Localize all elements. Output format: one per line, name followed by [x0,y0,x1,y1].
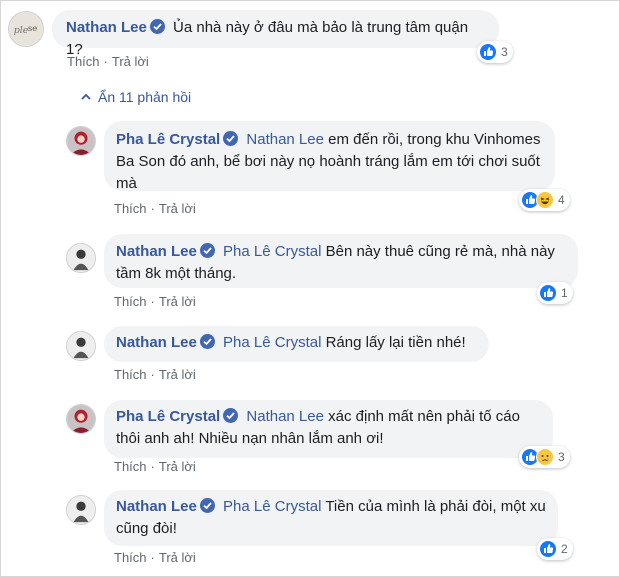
comment-bubble: Nathan Lee Ủa nhà này ở đâu mà bảo là tr… [52,10,499,58]
reply-link[interactable]: Trả lời [112,54,149,69]
avatar-nathan-lee[interactable] [66,243,96,273]
like-reaction-icon [479,43,497,61]
hide-replies-button[interactable]: Ẩn 11 phản hồi [80,89,191,105]
reply-link[interactable]: Trả lời [159,367,196,382]
avatar-pha-le-crystal[interactable] [66,404,96,434]
mention-tag[interactable]: Pha Lê Crystal [223,498,321,515]
separator: · [150,201,155,216]
like-reaction-icon [539,284,557,302]
comment-bubble: Pha Lê Crystal Nathan Lee xác định mất n… [104,400,553,458]
reply-link[interactable]: Trả lời [159,550,196,565]
mention-tag[interactable]: Nathan Lee [246,408,324,425]
comment-author[interactable]: Nathan Lee [116,243,197,260]
hide-replies-label: Ẩn 11 phản hồi [98,89,192,105]
comment-actions: Thích · Trả lời [114,367,196,382]
comment-bubble: Pha Lê Crystal Nathan Lee em đến rồi, tr… [104,121,555,192]
verified-badge-icon [199,334,215,349]
avatar-nathan-lee[interactable] [66,495,96,525]
chevron-up-icon [81,93,91,100]
mention-tag[interactable]: Pha Lê Crystal [223,243,321,260]
comment-author[interactable]: Nathan Lee [66,19,147,36]
separator: · [103,54,108,69]
haha-reaction-icon [536,191,554,209]
verified-badge-icon [199,243,215,258]
like-link[interactable]: Thích [114,367,147,382]
verified-badge-icon [223,408,239,423]
comment-actions: Thích · Trả lời [114,201,196,216]
comment-author[interactable]: Nathan Lee [116,498,197,515]
avatar-nathan-lee[interactable]: ple se [8,11,44,47]
comment-bubble: Nathan Lee Pha Lê Crystal Tiền của mình … [104,490,558,546]
reply-link[interactable]: Trả lời [159,294,196,309]
comment-bubble: Nathan Lee Pha Lê Crystal Ráng lấy lại t… [104,326,489,362]
separator: · [150,459,155,474]
separator: · [150,367,155,382]
comment-bubble: Nathan Lee Pha Lê Crystal Bên này thuê c… [104,234,578,288]
svg-text:ple: ple [14,25,29,36]
comment-author[interactable]: Pha Lê Crystal [116,131,220,148]
sad-reaction-icon [536,448,554,466]
reaction-summary[interactable]: 2 [537,538,573,560]
reaction-count: 3 [558,450,565,464]
reaction-count: 1 [561,286,568,300]
reaction-summary[interactable]: 3 [477,41,513,63]
verified-badge-icon [199,498,215,513]
verified-badge-icon [149,19,165,34]
svg-text:se: se [28,24,37,34]
reaction-summary[interactable]: 3 [519,446,570,468]
comment-actions: Thích · Trả lời [114,550,196,565]
reply-link[interactable]: Trả lời [159,201,196,216]
avatar-pha-le-crystal[interactable] [66,126,96,156]
mention-tag[interactable]: Pha Lê Crystal [223,334,321,351]
comment-text: Ráng lấy lại tiền nhé! [325,334,466,351]
comment-actions: Thích · Trả lời [114,459,196,474]
reaction-count: 2 [561,542,568,556]
comment-author[interactable]: Nathan Lee [116,334,197,351]
reaction-summary[interactable]: 4 [519,189,570,211]
comment-author[interactable]: Pha Lê Crystal [116,408,220,425]
like-link[interactable]: Thích [67,54,100,69]
like-reaction-icon [539,540,557,558]
like-link[interactable]: Thích [114,294,147,309]
verified-badge-icon [223,131,239,146]
avatar-nathan-lee[interactable] [66,331,96,361]
comment-actions: Thích · Trả lời [114,294,196,309]
comment-actions: Thích · Trả lời [67,54,149,69]
like-link[interactable]: Thích [114,459,147,474]
reaction-count: 3 [501,45,508,59]
reaction-count: 4 [558,193,565,207]
like-link[interactable]: Thích [114,550,147,565]
like-link[interactable]: Thích [114,201,147,216]
reaction-summary[interactable]: 1 [537,282,573,304]
separator: · [150,550,155,565]
mention-tag[interactable]: Nathan Lee [246,131,324,148]
reply-link[interactable]: Trả lời [159,459,196,474]
separator: · [150,294,155,309]
